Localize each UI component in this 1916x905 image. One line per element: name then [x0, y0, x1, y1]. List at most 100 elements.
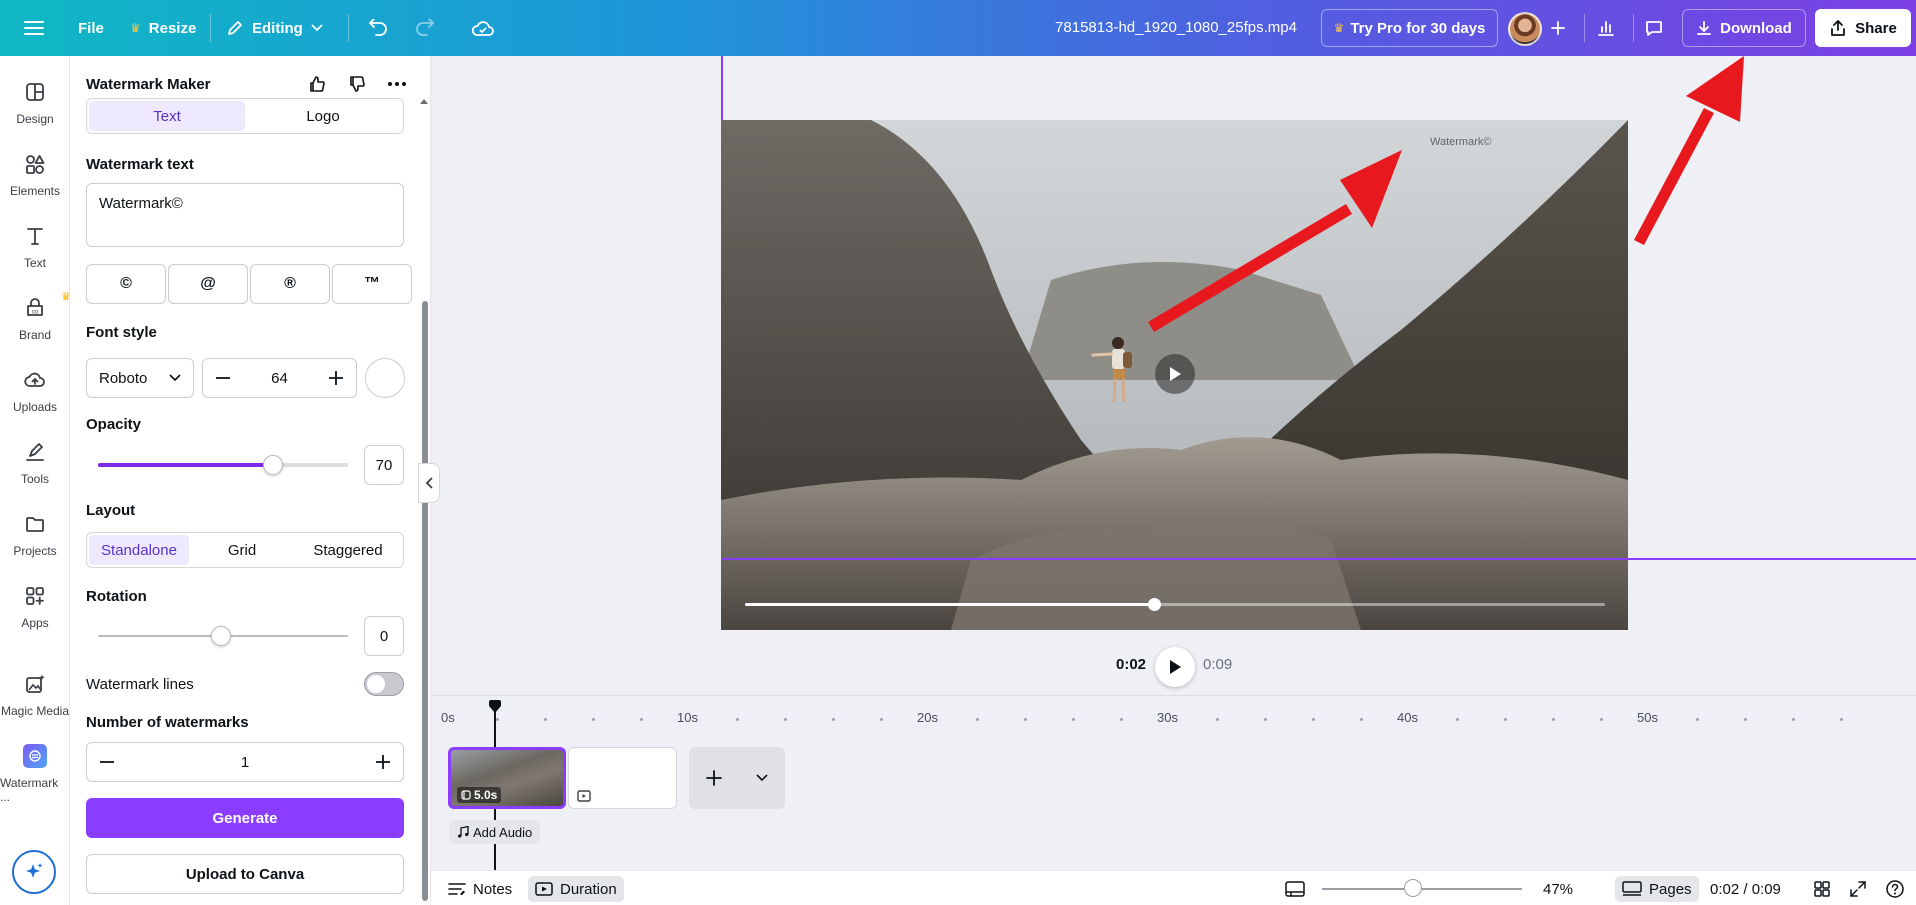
layout-standalone[interactable]: Standalone [89, 535, 189, 565]
chevron-down-icon[interactable] [756, 774, 768, 782]
magic-assistant-button[interactable] [12, 850, 56, 894]
rail-item-projects[interactable]: Projects [0, 510, 70, 558]
menu-icon[interactable] [20, 14, 48, 42]
analytics-icon[interactable] [1592, 14, 1620, 42]
rail-item-uploads[interactable]: Uploads [0, 366, 70, 414]
resize-button[interactable]: ♛ Resize [130, 0, 196, 56]
download-button[interactable]: Download [1682, 9, 1806, 47]
notes-icon [448, 882, 466, 896]
watermark-count-value[interactable]: 1 [241, 754, 249, 771]
add-audio-button[interactable]: Add Audio [449, 820, 541, 844]
redo-icon[interactable] [411, 14, 439, 42]
undo-icon[interactable] [364, 14, 392, 42]
file-name[interactable]: 7815813-hd_1920_1080_25fps.mp4 [1036, 0, 1316, 56]
notes-button[interactable]: Notes [441, 876, 519, 902]
fullscreen-icon[interactable] [1843, 876, 1873, 902]
share-icon [1829, 19, 1847, 37]
timeline-minor-tick [1120, 718, 1123, 721]
watermark-lines-toggle[interactable] [364, 672, 404, 696]
add-page-button[interactable] [689, 747, 785, 809]
pages-button[interactable]: Pages [1615, 876, 1699, 902]
timeline-tick: 20s [917, 710, 938, 725]
help-icon[interactable] [1879, 876, 1911, 902]
duration-button[interactable]: Duration [528, 876, 624, 902]
playhead-handle-icon[interactable] [488, 700, 502, 714]
panel-scrollbar[interactable] [422, 301, 428, 901]
more-options-icon[interactable] [383, 70, 411, 98]
magic-media-icon [21, 670, 49, 698]
rail-item-tools[interactable]: Tools [0, 438, 70, 486]
rail-item-watermark-maker[interactable]: Watermark ... [0, 742, 70, 804]
try-pro-button[interactable]: ♛ Try Pro for 30 days [1321, 9, 1498, 47]
editing-mode-button[interactable]: Editing [226, 0, 323, 56]
layout-grid[interactable]: Grid [189, 535, 295, 565]
plus-icon[interactable] [1544, 14, 1572, 42]
player-play-button[interactable] [1155, 647, 1195, 687]
tab-text[interactable]: Text [89, 101, 245, 131]
plus-icon[interactable] [322, 364, 350, 392]
scroll-up-icon[interactable] [420, 98, 428, 104]
share-button[interactable]: Share [1815, 9, 1911, 47]
zoom-slider-thumb[interactable] [1404, 879, 1422, 897]
font-size-value[interactable]: 64 [271, 370, 288, 387]
chevron-down-icon [311, 24, 323, 32]
watermark-lines-label: Watermark lines [86, 676, 194, 693]
timeline-minor-tick [1024, 718, 1027, 721]
file-menu[interactable]: File [78, 0, 104, 56]
video-progress-thumb[interactable] [1147, 598, 1161, 611]
video-frame[interactable]: Watermark© [721, 120, 1628, 630]
video-clip[interactable]: 5.0s [448, 747, 566, 809]
current-time-value: 0:02 [1116, 656, 1147, 673]
minus-icon[interactable] [209, 364, 237, 392]
at-symbol-button[interactable]: @ [168, 264, 248, 304]
registered-symbol-button[interactable]: ® [250, 264, 330, 304]
thumbs-up-icon[interactable] [303, 70, 331, 98]
font-color-swatch[interactable] [365, 358, 405, 398]
zoom-value[interactable]: 47% [1543, 881, 1573, 898]
rotation-input[interactable]: 0 [364, 616, 404, 656]
font-size-stepper: 64 [202, 358, 357, 398]
rail-label: Uploads [12, 400, 58, 414]
rail-item-text[interactable]: Text [0, 222, 70, 270]
thumbs-down-icon[interactable] [343, 70, 371, 98]
page-view-icon[interactable] [1278, 876, 1312, 902]
trademark-symbol-button[interactable]: ™ [332, 264, 412, 304]
cloud-saved-icon[interactable] [469, 14, 497, 42]
plus-icon[interactable] [369, 748, 397, 776]
chevron-down-icon [169, 374, 181, 382]
opacity-input[interactable]: 70 [364, 445, 404, 485]
video-progress-bar[interactable] [745, 598, 1605, 611]
video-play-button[interactable] [1155, 354, 1195, 394]
font-family-dropdown[interactable]: Roboto [86, 358, 194, 398]
rail-item-design[interactable]: Design [0, 78, 70, 126]
video-progress-fill [745, 603, 1154, 606]
rotation-slider[interactable] [98, 626, 348, 646]
rail-item-elements[interactable]: Elements [0, 150, 70, 198]
empty-clip[interactable] [568, 747, 677, 809]
timeline-tick: 50s [1637, 710, 1658, 725]
watermark-text-input[interactable]: Watermark© [86, 183, 404, 247]
rotation-slider-thumb[interactable] [211, 626, 231, 646]
opacity-slider-thumb[interactable] [263, 455, 283, 475]
timeline-minor-tick [976, 718, 979, 721]
rail-item-apps[interactable]: Apps [0, 582, 70, 630]
opacity-slider[interactable] [98, 455, 348, 475]
grid-view-icon[interactable] [1807, 876, 1837, 902]
layout-staggered[interactable]: Staggered [295, 535, 401, 565]
comment-icon[interactable] [1640, 14, 1668, 42]
avatar[interactable] [1508, 12, 1542, 46]
try-pro-label: Try Pro for 30 days [1350, 19, 1486, 37]
copyright-symbol-button[interactable]: © [86, 264, 166, 304]
opacity-label: Opacity [86, 416, 142, 433]
minus-icon[interactable] [93, 748, 121, 776]
rail-item-brand[interactable]: co ♛ Brand [0, 291, 71, 342]
zoom-slider[interactable] [1322, 888, 1522, 890]
rail-item-magic-media[interactable]: Magic Media [0, 670, 70, 718]
plus-icon[interactable] [706, 770, 722, 786]
file-label: File [78, 19, 104, 37]
generate-button[interactable]: Generate [86, 798, 404, 838]
tab-logo[interactable]: Logo [245, 101, 401, 131]
collapse-panel-button[interactable] [418, 463, 440, 503]
share-label: Share [1855, 19, 1897, 37]
upload-to-canva-button[interactable]: Upload to Canva [86, 854, 404, 894]
